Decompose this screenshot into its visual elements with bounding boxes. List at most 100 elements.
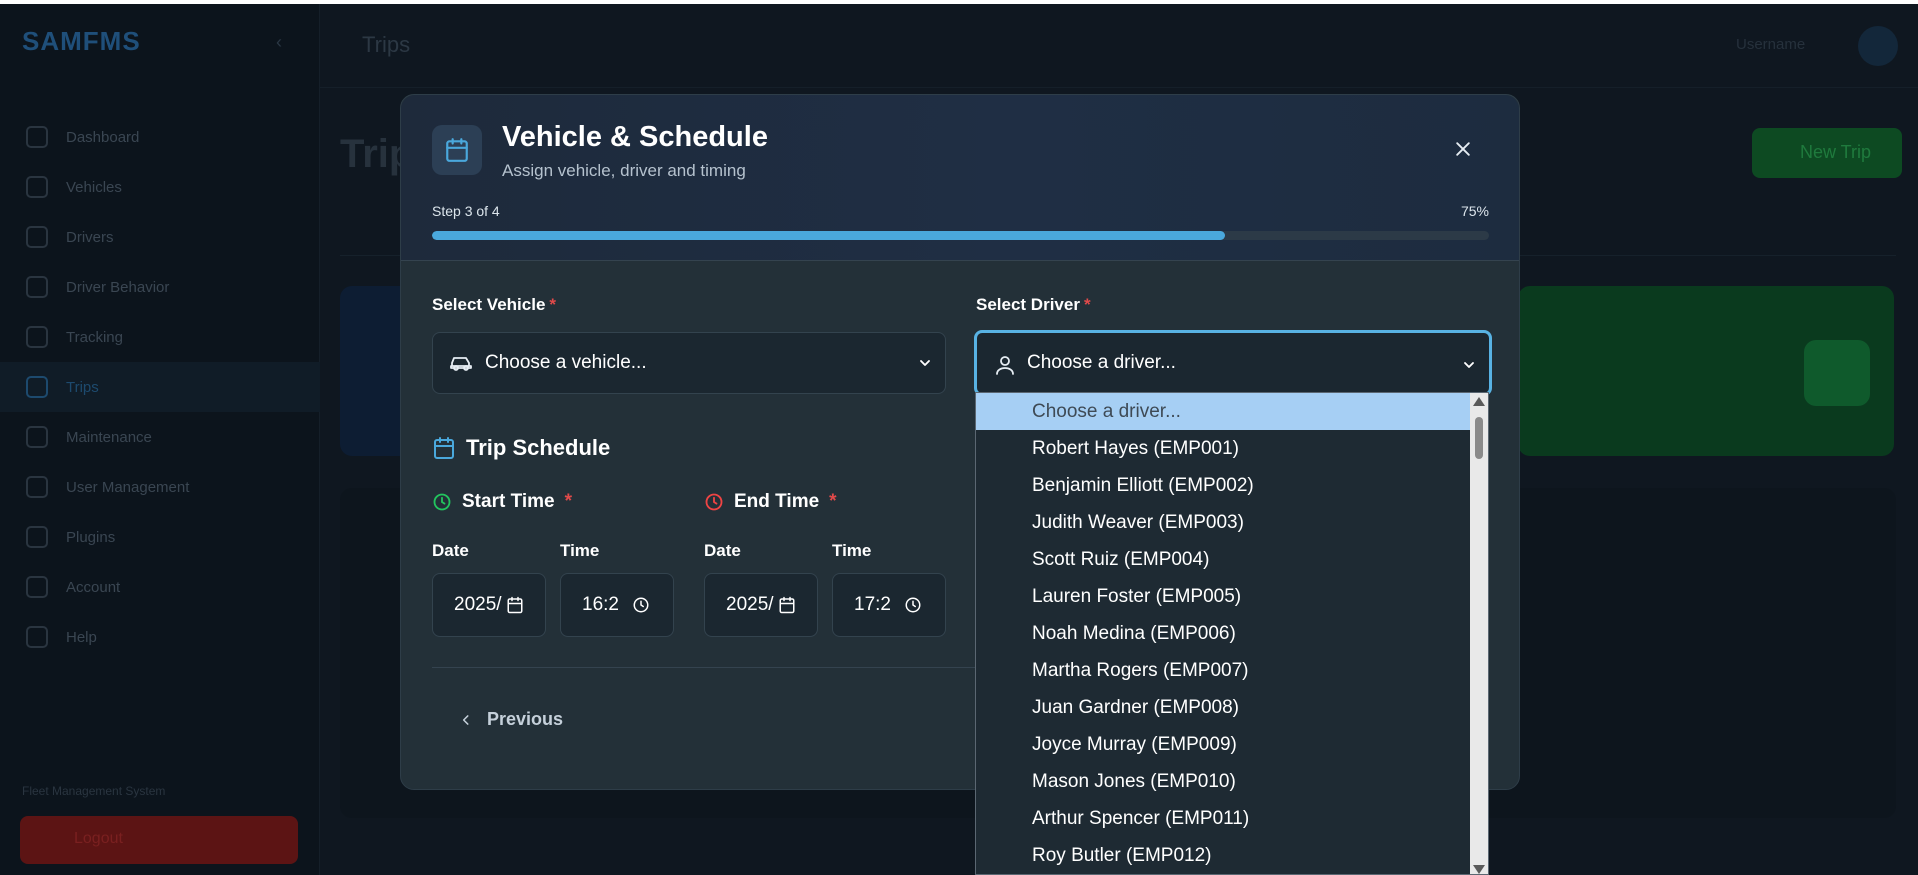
sidebar-item-account[interactable]: Account bbox=[0, 562, 320, 612]
user-name: Username bbox=[1736, 36, 1806, 53]
end-time-value: 17:2 bbox=[854, 594, 890, 615]
required-mark: * bbox=[1083, 295, 1091, 314]
modal-title: Vehicle & Schedule bbox=[502, 121, 768, 153]
driver-option[interactable]: Benjamin Elliott (EMP002) bbox=[976, 467, 1470, 504]
calendar-icon[interactable] bbox=[778, 596, 796, 614]
driver-option[interactable]: Arthur Spencer (EMP011) bbox=[976, 800, 1470, 837]
modal-subtitle: Assign vehicle, driver and timing bbox=[502, 161, 746, 180]
driver-option[interactable]: Noah Medina (EMP006) bbox=[976, 615, 1470, 652]
nav-icon bbox=[26, 426, 48, 448]
driver-option[interactable]: Choose a driver... bbox=[976, 393, 1470, 430]
user-icon bbox=[993, 353, 1017, 383]
driver-option[interactable]: Joyce Murray (EMP009) bbox=[976, 726, 1470, 763]
sidebar-item-label: Plugins bbox=[66, 528, 116, 546]
stat-card bbox=[1518, 286, 1894, 456]
sidebar-item-vehicles[interactable]: Vehicles bbox=[0, 162, 320, 212]
end-time-label: End Time bbox=[734, 491, 820, 512]
vehicle-select[interactable]: Choose a vehicle... bbox=[432, 332, 946, 394]
driver-options: Choose a driver... Robert Hayes (EMP001) B… bbox=[976, 393, 1470, 874]
sidebar-item-maintenance[interactable]: Maintenance bbox=[0, 412, 320, 462]
sidebar: SAMFMS ‹ Dashboard Vehicles Drivers Driver … bbox=[0, 4, 320, 875]
sidebar-item-dashboard[interactable]: Dashboard bbox=[0, 112, 320, 162]
nav-icon bbox=[26, 326, 48, 348]
sidebar-item-plugins[interactable]: Plugins bbox=[0, 512, 320, 562]
sidebar-footer: Fleet Management System bbox=[22, 784, 166, 798]
scroll-down-arrow-icon[interactable] bbox=[1473, 865, 1485, 874]
sidebar-item-help[interactable]: Help bbox=[0, 612, 320, 662]
nav-icon bbox=[26, 576, 48, 598]
driver-select[interactable]: Choose a driver... bbox=[974, 330, 1492, 396]
chevron-down-icon bbox=[917, 355, 933, 377]
logout-button[interactable]: Logout bbox=[20, 816, 298, 864]
close-icon bbox=[1456, 142, 1470, 156]
car-icon bbox=[449, 351, 473, 381]
driver-option[interactable]: Juan Gardner (EMP008) bbox=[976, 689, 1470, 726]
start-time-label: Start Time bbox=[462, 491, 555, 512]
driver-option[interactable]: Robert Hayes (EMP001) bbox=[976, 430, 1470, 467]
driver-option[interactable]: Martha Rogers (EMP007) bbox=[976, 652, 1470, 689]
sidebar-item-label: User Management bbox=[66, 478, 190, 496]
driver-option[interactable]: Mason Jones (EMP010) bbox=[976, 763, 1470, 800]
nav-icon bbox=[26, 476, 48, 498]
top-bar: Trips Username bbox=[320, 4, 1918, 88]
sidebar-item-label: Vehicles bbox=[66, 178, 122, 196]
page-title: Trips bbox=[362, 32, 411, 57]
calendar-icon[interactable] bbox=[506, 596, 524, 614]
avatar[interactable] bbox=[1858, 26, 1898, 66]
start-time-value: 16:2 bbox=[582, 594, 618, 615]
previous-label: Previous bbox=[487, 709, 564, 729]
new-trip-button[interactable]: New Trip bbox=[1752, 128, 1902, 178]
required-mark: * bbox=[549, 295, 557, 314]
clock-icon[interactable] bbox=[632, 596, 650, 614]
end-date-input[interactable]: 2025/ bbox=[704, 573, 818, 637]
sidebar-item-trips[interactable]: Trips bbox=[0, 362, 320, 412]
driver-option[interactable]: Lauren Foster (EMP005) bbox=[976, 578, 1470, 615]
required-mark: * bbox=[564, 491, 572, 512]
calendar-icon bbox=[434, 437, 454, 459]
clock-icon bbox=[433, 493, 451, 511]
start-date-label: Date bbox=[432, 541, 469, 560]
vehicle-select-value: Choose a vehicle... bbox=[485, 352, 647, 373]
sidebar-item-tracking[interactable]: Tracking bbox=[0, 312, 320, 362]
calendar-icon bbox=[432, 125, 482, 175]
scroll-up-arrow-icon[interactable] bbox=[1473, 397, 1485, 406]
end-time-input[interactable]: 17:2 bbox=[832, 573, 946, 637]
select-driver-label: Select Driver * bbox=[976, 295, 1091, 315]
clock-icon[interactable] bbox=[904, 596, 922, 614]
driver-option[interactable]: Roy Butler (EMP012) bbox=[976, 837, 1470, 874]
nav-icon bbox=[26, 226, 48, 248]
driver-select-value: Choose a driver... bbox=[1027, 352, 1176, 373]
app-logo: SAMFMS bbox=[22, 26, 141, 56]
driver-option[interactable]: Judith Weaver (EMP003) bbox=[976, 504, 1470, 541]
close-button[interactable] bbox=[1445, 131, 1481, 167]
trip-schedule-title: Trip Schedule bbox=[432, 435, 610, 461]
sidebar-item-label: Help bbox=[66, 628, 97, 646]
start-time-input[interactable]: 16:2 bbox=[560, 573, 674, 637]
driver-dropdown-list: Choose a driver... Robert Hayes (EMP001) B… bbox=[975, 392, 1489, 875]
sidebar-item-label: Driver Behavior bbox=[66, 278, 170, 296]
end-time-sub-label: Time bbox=[832, 541, 872, 560]
progress-percent: 75% bbox=[1460, 203, 1489, 219]
sidebar-item-drivers[interactable]: Drivers bbox=[0, 212, 320, 262]
start-date-value: 2025/ bbox=[454, 594, 502, 615]
driver-option[interactable]: Scott Ruiz (EMP004) bbox=[976, 541, 1470, 578]
start-time-heading: Start Time * bbox=[432, 491, 572, 513]
previous-button[interactable]: Previous bbox=[459, 709, 563, 730]
clock-icon bbox=[705, 493, 723, 511]
nav-icon bbox=[26, 276, 48, 298]
select-driver-label-text: Select Driver bbox=[976, 295, 1080, 314]
step-indicator: Step 3 of 4 bbox=[432, 203, 500, 219]
sidebar-item-label: Maintenance bbox=[66, 428, 152, 446]
scrollbar-thumb[interactable] bbox=[1475, 417, 1483, 459]
sidebar-item-driver-behavior[interactable]: Driver Behavior bbox=[0, 262, 320, 312]
sidebar-nav: Dashboard Vehicles Drivers Driver Behavior T… bbox=[0, 112, 320, 662]
select-vehicle-label-text: Select Vehicle bbox=[432, 295, 546, 314]
progress-bar bbox=[432, 231, 1489, 240]
scrollbar[interactable] bbox=[1470, 393, 1488, 874]
sidebar-item-user-management[interactable]: User Management bbox=[0, 462, 320, 512]
collapse-sidebar-icon[interactable]: ‹ bbox=[276, 32, 282, 53]
select-vehicle-label: Select Vehicle * bbox=[432, 295, 556, 315]
chevron-left-icon bbox=[462, 714, 469, 725]
start-date-input[interactable]: 2025/ bbox=[432, 573, 546, 637]
chevron-down-icon bbox=[1461, 357, 1477, 379]
